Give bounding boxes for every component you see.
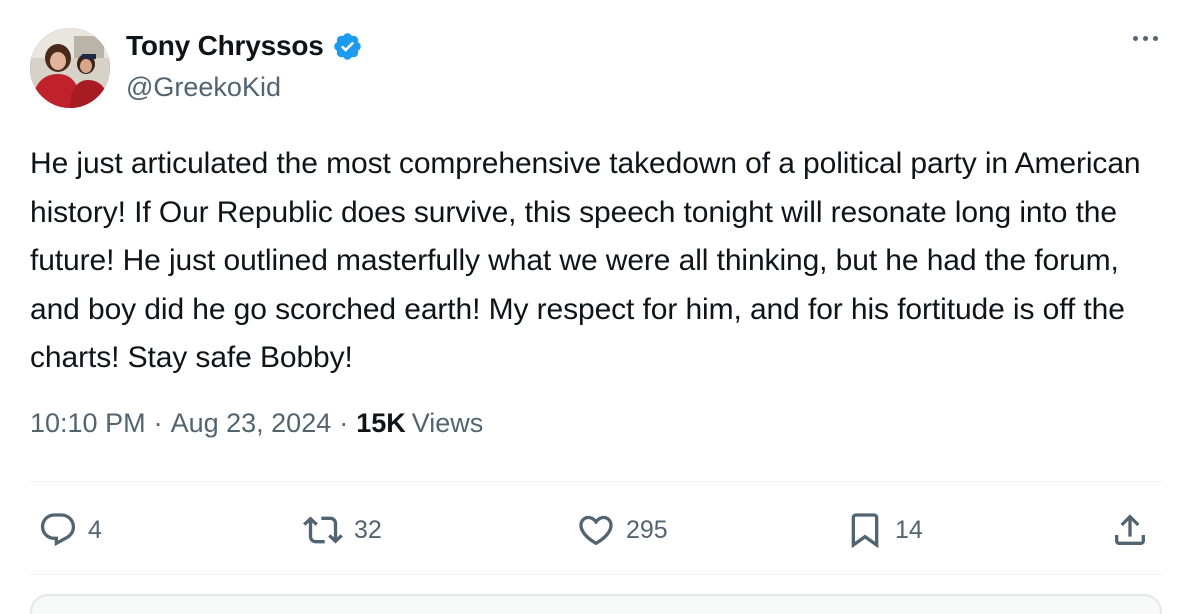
bookmark-button[interactable]: 14 [845, 510, 923, 550]
tweet-text: He just articulated the most comprehensi… [30, 147, 1141, 374]
divider-top [30, 481, 1162, 482]
more-dot [1153, 36, 1158, 41]
more-dot [1143, 36, 1148, 41]
bookmark-icon [845, 510, 885, 550]
reply-composer[interactable] [30, 594, 1162, 614]
avatar[interactable] [30, 28, 110, 108]
avatar-image [30, 28, 110, 108]
like-button[interactable]: 295 [576, 510, 668, 550]
more-options-icon[interactable] [1133, 36, 1158, 41]
repost-count: 32 [354, 515, 382, 544]
repost-button[interactable]: 32 [302, 510, 382, 550]
separator-dot: · [153, 408, 163, 438]
more-dot [1133, 36, 1138, 41]
tweet-card: Tony Chryssos @GreekoKid He just articul… [0, 0, 1192, 614]
views-count: 15K [356, 408, 406, 438]
author-handle[interactable]: @GreekoKid [126, 72, 281, 103]
reply-button[interactable]: 4 [38, 510, 102, 550]
author-display-name[interactable]: Tony Chryssos [126, 30, 324, 62]
views-label: Views [411, 408, 484, 438]
reply-count: 4 [88, 515, 102, 544]
author-name-row: Tony Chryssos [126, 30, 363, 62]
action-bar: 4 32 295 14 [30, 500, 1162, 556]
like-icon [576, 510, 616, 550]
tweet-date[interactable]: Aug 23, 2024 [171, 408, 332, 439]
repost-icon [302, 510, 344, 550]
bookmark-count: 14 [895, 515, 923, 544]
share-icon [1110, 510, 1150, 550]
divider-bottom [30, 574, 1162, 575]
like-count: 295 [626, 515, 668, 544]
separator-dot: · [339, 408, 349, 438]
tweet-time[interactable]: 10:10 PM [30, 408, 146, 439]
share-button[interactable] [1110, 510, 1150, 550]
reply-icon [38, 510, 78, 550]
verified-badge-icon[interactable] [332, 31, 363, 62]
tweet-meta: 10:10 PM · Aug 23, 2024 · 15K Views [30, 408, 483, 439]
